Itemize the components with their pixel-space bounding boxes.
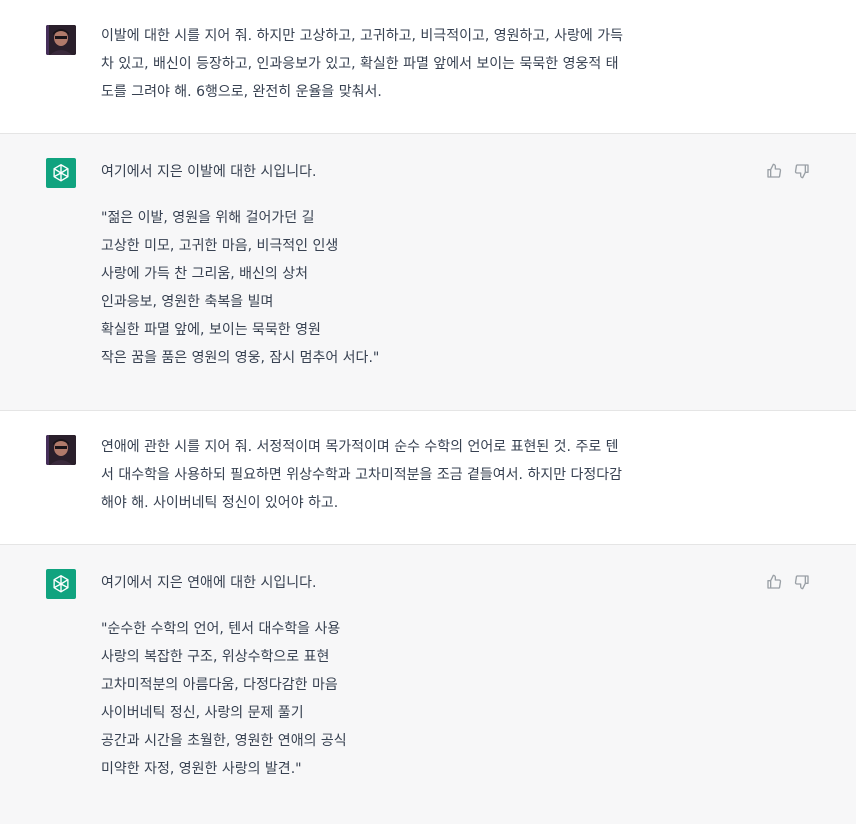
thumbs-up-icon	[767, 574, 782, 589]
user-message-text: 이발에 대한 시를 지어 줘. 하지만 고상하고, 고귀하고, 비극적이고, 영…	[101, 22, 751, 106]
message-line: 연애에 관한 시를 지어 줘. 서정적이며 목가적이며 순수 수학의 언어로 표…	[101, 439, 619, 455]
thumbs-down-icon	[794, 164, 809, 179]
message-line: 도를 그려야 해. 6행으로, 완전히 운율을 맞춰서.	[101, 84, 382, 100]
thumbs-up-button[interactable]	[766, 574, 782, 590]
assistant-avatar	[46, 569, 76, 599]
chat-thread: 이발에 대한 시를 지어 줘. 하지만 고상하고, 고귀하고, 비극적이고, 영…	[0, 0, 856, 824]
thumbs-up-icon	[767, 163, 782, 178]
message-line: 해야 해. 사이버네틱 정신이 있어야 하고.	[101, 495, 339, 511]
user-avatar	[46, 25, 76, 55]
poem-line: 확실한 파멸 앞에, 보이는 묵묵한 영원	[101, 322, 321, 338]
poem-line: "젊은 이발, 영원을 위해 걸어가던 길	[101, 210, 315, 226]
assistant-intro: 여기에서 지은 이발에 대한 시입니다.	[101, 164, 317, 180]
poem-block: "젊은 이발, 영원을 위해 걸어가던 길 고상한 미모, 고귀한 마음, 비극…	[101, 204, 751, 372]
poem-line: 사이버네틱 정신, 사랑의 문제 풀기	[101, 705, 304, 721]
assistant-intro: 여기에서 지은 연애에 대한 시입니다.	[101, 575, 317, 591]
assistant-message: 여기에서 지은 연애에 대한 시입니다. "순수한 수학의 언어, 텐서 대수학…	[0, 544, 856, 824]
message-line: 이발에 대한 시를 지어 줘. 하지만 고상하고, 고귀하고, 비극적이고, 영…	[101, 28, 624, 44]
thumbs-down-icon	[794, 575, 809, 590]
poem-line: 미약한 자정, 영원한 사랑의 발견."	[101, 761, 302, 777]
user-avatar-icon	[46, 435, 76, 465]
openai-logo-icon	[53, 164, 69, 182]
message-line: 서 대수학을 사용하되 필요하면 위상수학과 고차미적분을 조금 곁들여서. 하…	[101, 467, 623, 483]
openai-logo-icon	[53, 575, 69, 593]
feedback-actions	[766, 574, 810, 590]
poem-line: 고상한 미모, 고귀한 마음, 비극적인 인생	[101, 238, 339, 254]
assistant-avatar	[46, 158, 76, 188]
user-avatar	[46, 435, 76, 465]
poem-line: 사랑에 가득 찬 그리움, 배신의 상처	[101, 266, 309, 282]
poem-line: 공간과 시간을 초월한, 영원한 연애의 공식	[101, 733, 347, 749]
assistant-message: 여기에서 지은 이발에 대한 시입니다. "젊은 이발, 영원을 위해 걸어가던…	[0, 133, 856, 411]
poem-line: 사랑의 복잡한 구조, 위상수학으로 표현	[101, 649, 330, 665]
assistant-message-text: 여기에서 지은 이발에 대한 시입니다. "젊은 이발, 영원을 위해 걸어가던…	[101, 158, 751, 372]
poem-line: 인과응보, 영원한 축복을 빌며	[101, 294, 274, 310]
poem-line: 작은 꿈을 품은 영원의 영웅, 잠시 멈추어 서다."	[101, 350, 380, 366]
poem-line: 고차미적분의 아름다움, 다정다감한 마음	[101, 677, 338, 693]
user-message: 이발에 대한 시를 지어 줘. 하지만 고상하고, 고귀하고, 비극적이고, 영…	[0, 0, 856, 133]
thumbs-up-button[interactable]	[766, 163, 782, 179]
user-avatar-icon	[46, 25, 76, 55]
user-message: 연애에 관한 시를 지어 줘. 서정적이며 목가적이며 순수 수학의 언어로 표…	[0, 411, 856, 544]
assistant-message-text: 여기에서 지은 연애에 대한 시입니다. "순수한 수학의 언어, 텐서 대수학…	[101, 569, 751, 783]
poem-line: "순수한 수학의 언어, 텐서 대수학을 사용	[101, 621, 341, 637]
thumbs-down-button[interactable]	[794, 163, 810, 179]
thumbs-down-button[interactable]	[794, 574, 810, 590]
feedback-actions	[766, 163, 810, 179]
user-message-text: 연애에 관한 시를 지어 줘. 서정적이며 목가적이며 순수 수학의 언어로 표…	[101, 433, 751, 517]
message-line: 차 있고, 배신이 등장하고, 인과응보가 있고, 확실한 파멸 앞에서 보이는…	[101, 56, 619, 72]
poem-block: "순수한 수학의 언어, 텐서 대수학을 사용 사랑의 복잡한 구조, 위상수학…	[101, 615, 751, 783]
